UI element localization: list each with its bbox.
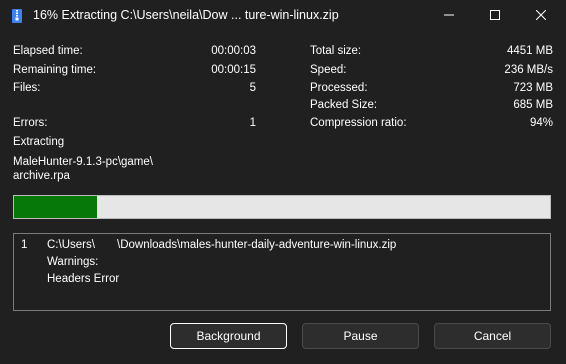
message-path-end: \Downloads\males-hunter-daily-adventure-…: [117, 239, 397, 251]
maximize-icon: [490, 10, 500, 20]
background-button[interactable]: Background: [170, 323, 287, 349]
errors-label: Errors:: [13, 117, 48, 129]
progress-bar: [13, 195, 551, 219]
current-path: MaleHunter-9.1.3-pc\game\: [13, 156, 153, 168]
speed-label: Speed:: [310, 64, 347, 76]
message-warnings: Warnings:: [47, 256, 99, 268]
files-label: Files:: [13, 82, 41, 94]
files-value: 5: [249, 82, 256, 94]
message-error: Headers Error: [47, 273, 120, 285]
title-bar[interactable]: 16% Extracting C:\Users\neila\Dow ... tu…: [0, 0, 566, 32]
compression-ratio-value: 94%: [529, 117, 553, 129]
total-size-value: 4451 MB: [506, 45, 553, 57]
zip-archive-icon: [12, 9, 22, 23]
compression-ratio-label: Compression ratio:: [310, 117, 407, 129]
packed-size-value: 685 MB: [513, 99, 553, 111]
maximize-button[interactable]: [472, 0, 518, 30]
current-file: archive.rpa: [13, 170, 70, 182]
close-icon: [536, 10, 546, 20]
message-path-start: C:\Users\: [47, 239, 95, 251]
remaining-time-label: Remaining time:: [13, 64, 97, 76]
total-size-label: Total size:: [310, 45, 362, 57]
minimize-icon: [444, 14, 454, 16]
operation-label: Extracting: [13, 136, 65, 148]
messages-list[interactable]: 1 C:\Users\ \Downloads\males-hunter-dail…: [13, 233, 551, 311]
processed-label: Processed:: [310, 82, 368, 94]
elapsed-time-label: Elapsed time:: [13, 45, 83, 57]
window-title: 16% Extracting C:\Users\neila\Dow ... tu…: [33, 8, 339, 22]
errors-value: 1: [249, 117, 256, 129]
pause-button[interactable]: Pause: [302, 323, 419, 349]
cancel-button[interactable]: Cancel: [434, 323, 551, 349]
close-button[interactable]: [518, 0, 564, 30]
progress-fill: [14, 196, 98, 218]
packed-size-label: Packed Size:: [310, 99, 378, 111]
processed-value: 723 MB: [513, 82, 553, 94]
elapsed-time-value: 00:00:03: [211, 45, 256, 57]
minimize-button[interactable]: [426, 0, 472, 30]
remaining-time-value: 00:00:15: [211, 64, 256, 76]
speed-value: 236 MB/s: [504, 64, 553, 76]
message-index: 1: [21, 239, 28, 251]
